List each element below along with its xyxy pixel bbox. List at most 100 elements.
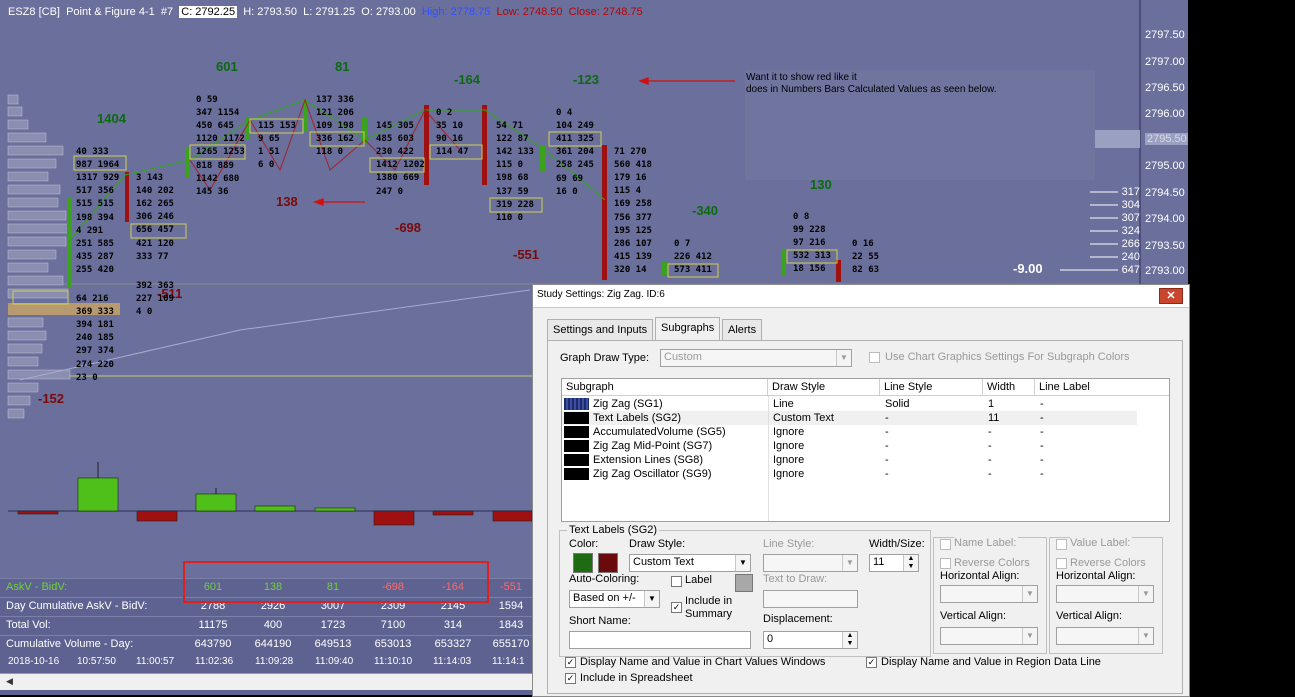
spinner-arrows-icon[interactable]: ▲ ▼ <box>842 632 857 648</box>
pf-cell: 258 245 <box>556 160 594 171</box>
pf-cell: 97 216 <box>793 238 826 249</box>
pf-cell: 40 333 <box>76 147 109 157</box>
subgraph-list[interactable]: Subgraph Draw Style Line Style Width Lin… <box>561 378 1170 522</box>
current-value-label: -9.00 <box>1013 261 1043 276</box>
pf-cell: 435 287 <box>76 251 114 262</box>
table-row[interactable]: Zig Zag (SG1) Line Solid 1 - <box>562 397 1167 411</box>
price-label: 2793.00 <box>1145 265 1185 277</box>
spinner-arrows-icon[interactable]: ▲ ▼ <box>903 555 918 571</box>
zigzag-label: -340 <box>692 203 719 218</box>
study-settings-dialog[interactable]: Study Settings: Zig Zag. ID:6 ✕ Settings… <box>532 284 1190 697</box>
text-to-draw-input[interactable] <box>763 590 858 608</box>
tab-settings-and-inputs[interactable]: Settings and Inputs <box>547 319 654 340</box>
scroll-left-icon[interactable]: ◀ <box>6 676 13 687</box>
value-label-checkbox[interactable] <box>1056 539 1067 550</box>
pf-cell: 485 603 <box>376 134 414 145</box>
line-label-value: - <box>1040 454 1044 466</box>
pf-cell: 169 258 <box>614 199 652 210</box>
draw-style-value: Ignore <box>773 454 805 466</box>
table-row[interactable]: Text Labels (SG2) Custom Text - 11 - <box>562 411 1137 425</box>
displacement-label: Displacement: <box>763 613 833 625</box>
name-horizontal-align-select[interactable]: ▼ <box>940 585 1038 603</box>
line-label-value: - <box>1040 468 1044 480</box>
price-label: 2794.50 <box>1145 187 1185 199</box>
pf-cell: 99 228 <box>793 225 826 236</box>
value-label-title: Value Label: <box>1070 537 1133 549</box>
time-label: 11:14:1 <box>492 656 525 667</box>
dialog-titlebar[interactable]: Study Settings: Zig Zag. ID:6 ✕ <box>533 285 1189 308</box>
display-region-checkbox[interactable]: ✓ <box>866 657 877 668</box>
zigzag-label: 1404 <box>97 111 126 126</box>
name-label-checkbox[interactable] <box>940 539 951 550</box>
pf-cell: 336 162 <box>316 134 354 145</box>
close-icon[interactable]: ✕ <box>1159 288 1183 304</box>
width-size-label: Width/Size: <box>869 538 925 550</box>
name-vertical-align-select[interactable]: ▼ <box>940 627 1038 645</box>
value-horizontal-align-select[interactable]: ▼ <box>1056 585 1154 603</box>
pf-cell: 347 1154 <box>196 108 240 119</box>
row-label: AskV - BidV: <box>6 581 68 593</box>
display-region-label: Display Name and Value in Region Data Li… <box>881 656 1101 668</box>
line-style-value: Solid <box>885 398 910 410</box>
horizontal-scrollbar[interactable]: ◀ <box>0 673 532 690</box>
col-header-line-style[interactable]: Line Style <box>880 379 983 396</box>
value-vertical-align-select[interactable]: ▼ <box>1056 627 1154 645</box>
table-row[interactable]: Extension Lines (SG8) Ignore - - - <box>562 453 1167 467</box>
color-secondary-button[interactable] <box>598 553 618 573</box>
tab-subgraphs[interactable]: Subgraphs <box>655 317 721 340</box>
pf-cell: 226 412 <box>674 252 712 263</box>
include-summary-checkbox[interactable]: ✓ <box>671 602 682 613</box>
short-name-input[interactable] <box>569 631 751 649</box>
table-cell: 653013 <box>374 638 412 650</box>
zigzag-label: 130 <box>810 177 832 192</box>
display-name-value-checkbox[interactable]: ✓ <box>565 657 576 668</box>
use-chart-graphics-checkbox[interactable] <box>869 352 880 363</box>
pf-cell: 18 156 <box>793 264 826 275</box>
label-checkbox[interactable] <box>671 576 682 587</box>
pf-cell: 818 889 <box>196 160 234 171</box>
auto-coloring-select[interactable]: Based on +/- ▼ <box>569 590 660 608</box>
pf-cell: 0 59 <box>196 95 218 105</box>
col-header-width[interactable]: Width <box>983 379 1035 396</box>
value-vertical-align-label: Vertical Align: <box>1056 610 1123 622</box>
value-reverse-colors-checkbox[interactable] <box>1056 558 1067 569</box>
profile-value: 266 <box>1121 238 1140 250</box>
time-label: 11:02:36 <box>195 656 234 667</box>
highlight-box <box>183 561 489 603</box>
name-reverse-colors-checkbox[interactable] <box>940 558 951 569</box>
price-label: 2793.50 <box>1145 240 1185 252</box>
pf-cell: 104 249 <box>556 121 594 132</box>
price-label: 2796.00 <box>1145 108 1185 120</box>
profile-value: 324 <box>1121 225 1140 237</box>
color-swatch <box>564 440 589 452</box>
subgraph-name: Extension Lines (SG8) <box>593 454 704 466</box>
table-row[interactable]: Zig Zag Mid-Point (SG7) Ignore - - - <box>562 439 1167 453</box>
table-row[interactable]: AccumulatedVolume (SG5) Ignore - - - <box>562 425 1167 439</box>
table-row[interactable]: Zig Zag Oscillator (SG9) Ignore - - - <box>562 467 1167 481</box>
time-label: 11:10:10 <box>374 656 413 667</box>
include-spreadsheet-checkbox[interactable]: ✓ <box>565 673 576 684</box>
short-name-label: Short Name: <box>569 615 631 627</box>
draw-style-select[interactable]: Custom Text ▼ <box>629 554 751 572</box>
width-size-spinner[interactable]: 11 ▲ ▼ <box>869 554 919 572</box>
col-header-line-label[interactable]: Line Label <box>1035 379 1169 396</box>
pf-cell: 987 1964 <box>76 160 120 171</box>
graph-draw-type-select[interactable]: Custom ▼ <box>660 349 852 367</box>
zigzag-label: 601 <box>216 59 238 74</box>
tab-alerts[interactable]: Alerts <box>722 319 763 340</box>
label-checkbox-label: Label <box>685 574 712 586</box>
pf-cell: 118 0 <box>316 147 344 158</box>
pf-cell: 64 216 <box>76 294 109 304</box>
pf-cell: 1142 680 <box>196 173 240 184</box>
color-primary-button[interactable] <box>573 553 593 573</box>
pf-cell: 1317 929 <box>76 173 120 184</box>
time-label: 2018-10-16 <box>8 656 60 667</box>
label-color-button[interactable] <box>735 574 753 592</box>
line-style-select[interactable]: ▼ <box>763 554 858 572</box>
annotation-line-2: does in Numbers Bars Calculated Values a… <box>746 84 997 95</box>
draw-style-value: Ignore <box>773 426 805 438</box>
table-row: Total Vol: 11175 400 1723 7100 314 1843 <box>0 616 532 635</box>
col-header-subgraph[interactable]: Subgraph <box>562 379 768 396</box>
col-header-draw-style[interactable]: Draw Style <box>768 379 880 396</box>
displacement-spinner[interactable]: 0 ▲ ▼ <box>763 631 858 649</box>
